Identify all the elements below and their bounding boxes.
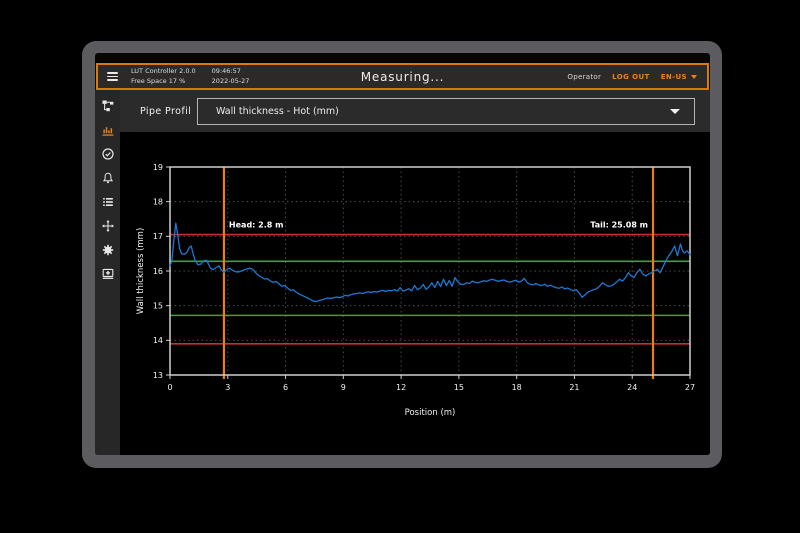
svg-text:3: 3 [225, 383, 230, 392]
pipeline-nodes-icon [102, 100, 114, 112]
svg-text:18: 18 [512, 383, 522, 392]
marker-label: Tail: 25.08 m [590, 221, 648, 230]
svg-text:18: 18 [153, 197, 163, 206]
sidebar-item-pipeline[interactable] [95, 94, 120, 118]
sidebar-item-profile-chart[interactable] [95, 118, 120, 142]
app-info: LUT Controller 2.0.0 Free Space 17 % [131, 68, 196, 86]
svg-text:9: 9 [341, 383, 346, 392]
profile-dropdown[interactable]: Wall thickness - Hot (mm) [197, 98, 695, 125]
gear-icon [102, 244, 114, 256]
top-bar: LUT Controller 2.0.0 Free Space 17 % 09:… [96, 63, 709, 90]
profile-toolbar: Pipe Profil Wall thickness - Hot (mm) [120, 90, 710, 132]
pipe-profile-label: Pipe Profil [140, 90, 191, 132]
free-space: Free Space 17 % [131, 78, 196, 86]
svg-text:19: 19 [153, 163, 163, 172]
language-selector[interactable]: EN-US [661, 73, 697, 81]
topbar-right: Operator LOG OUT EN-US [567, 73, 697, 81]
svg-text:27: 27 [685, 383, 695, 392]
bell-icon [102, 172, 114, 184]
svg-text:15: 15 [153, 301, 163, 310]
svg-text:16: 16 [153, 267, 163, 276]
menu-button[interactable] [107, 72, 118, 81]
svg-text:13: 13 [153, 371, 163, 380]
app-version: LUT Controller 2.0.0 [131, 68, 196, 76]
svg-text:24: 24 [627, 383, 637, 392]
language-value: EN-US [661, 73, 687, 81]
svg-text:6: 6 [283, 383, 288, 392]
desktop-background: LUT Controller 2.0.0 Free Space 17 % 09:… [0, 0, 800, 533]
sidebar-item-system[interactable] [95, 262, 120, 286]
profile-chart-icon [102, 124, 114, 136]
sidebar-item-event-list[interactable] [95, 190, 120, 214]
sidebar-item-checks[interactable] [95, 142, 120, 166]
monitor-update-icon [102, 268, 114, 280]
logout-button[interactable]: LOG OUT [612, 73, 650, 81]
sidebar [95, 90, 120, 455]
profile-dropdown-value: Wall thickness - Hot (mm) [216, 106, 339, 117]
y-axis-title: Wall thickness (mm) [136, 228, 146, 315]
pipe-profile-chart: 0 3 6 9 12 15 18 21 24 27 13 14 15 16 17 18 19 Position (… [120, 132, 710, 455]
user-role: Operator [567, 73, 601, 81]
check-circle-icon [102, 148, 114, 160]
x-axis-title: Position (m) [405, 408, 456, 418]
clock: 09:46:57 [212, 68, 250, 76]
svg-text:17: 17 [153, 232, 163, 241]
datetime-info: 09:46:57 2022-05-27 [212, 68, 250, 86]
list-icon [102, 196, 114, 208]
date: 2022-05-27 [212, 78, 250, 86]
app-window: LUT Controller 2.0.0 Free Space 17 % 09:… [95, 53, 710, 455]
svg-text:0: 0 [167, 383, 172, 392]
svg-text:15: 15 [454, 383, 464, 392]
marker-label: Head: 2.8 m [229, 221, 284, 230]
wall-thickness-plot: 0 3 6 9 12 15 18 21 24 27 13 14 15 16 17 18 19 Position (… [120, 132, 710, 455]
sidebar-item-notifications[interactable] [95, 166, 120, 190]
sidebar-item-settings[interactable] [95, 238, 120, 262]
svg-text:14: 14 [153, 336, 163, 345]
sidebar-item-move[interactable] [95, 214, 120, 238]
svg-text:21: 21 [569, 383, 579, 392]
svg-text:12: 12 [396, 383, 406, 392]
hamburger-icon [107, 72, 118, 74]
chevron-down-icon [691, 75, 697, 79]
chevron-down-icon [670, 109, 680, 114]
move-icon [102, 220, 114, 232]
device-frame: LUT Controller 2.0.0 Free Space 17 % 09:… [82, 41, 722, 468]
